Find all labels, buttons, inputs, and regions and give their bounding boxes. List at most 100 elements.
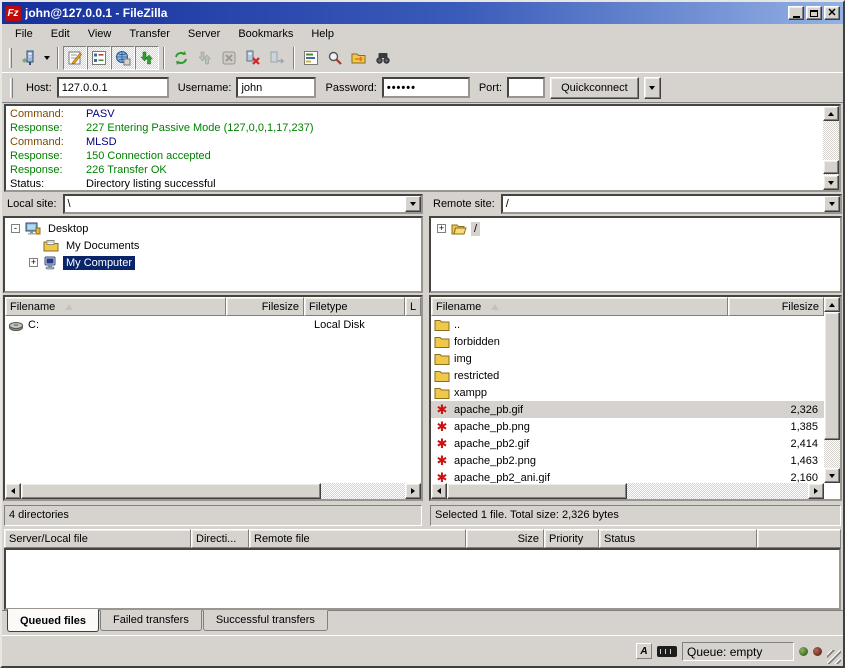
file-row[interactable]: ..	[431, 316, 824, 333]
menu-help[interactable]: Help	[302, 25, 343, 43]
tab-queued-files[interactable]: Queued files	[7, 609, 99, 632]
column-header-filetype[interactable]: Filetype	[304, 297, 405, 316]
column-header-size[interactable]: Size	[466, 529, 544, 548]
title-bar[interactable]: Fz john@127.0.0.1 - FileZilla ✕	[2, 2, 843, 24]
column-header-filename[interactable]: Filename	[431, 297, 728, 316]
password-input[interactable]	[382, 77, 470, 98]
quickconnect-grip[interactable]	[10, 78, 13, 98]
scrollbar-thumb[interactable]	[21, 483, 321, 499]
folder-icon	[434, 334, 450, 350]
file-row[interactable]: ✱apache_pb2_ani.gif 2,160	[431, 469, 824, 483]
column-header-server-local-file[interactable]: Server/Local file	[4, 529, 191, 548]
combo-dropdown-button[interactable]	[824, 196, 840, 212]
synchronized-browsing-button[interactable]	[347, 46, 371, 70]
username-input[interactable]	[236, 77, 316, 98]
expand-icon[interactable]: +	[437, 224, 446, 233]
remote-site-combobox[interactable]: /	[501, 194, 842, 214]
remote-directory-tree[interactable]: + /	[429, 216, 842, 293]
column-header-filesize[interactable]: Filesize	[226, 297, 304, 316]
tree-item-root[interactable]: + /	[431, 220, 840, 237]
column-header-remote-file[interactable]: Remote file	[249, 529, 466, 548]
resize-grip[interactable]	[827, 650, 841, 664]
tree-item-my-computer[interactable]: + My Computer	[5, 254, 421, 271]
menu-server[interactable]: Server	[179, 25, 229, 43]
file-row[interactable]: forbidden	[431, 333, 824, 350]
scrollbar-thumb[interactable]	[823, 160, 839, 174]
combo-dropdown-button[interactable]	[405, 196, 421, 212]
file-row-selected[interactable]: ✱apache_pb.gif 2,326	[431, 401, 824, 418]
process-queue-button[interactable]	[193, 46, 217, 70]
file-row[interactable]: restricted	[431, 367, 824, 384]
column-header-status[interactable]: Status	[599, 529, 757, 548]
close-button[interactable]: ✕	[824, 6, 840, 20]
column-header-direction[interactable]: Directi...	[191, 529, 249, 548]
scroll-right-button[interactable]	[808, 483, 824, 499]
toggle-local-treeview-button[interactable]	[87, 46, 111, 70]
scroll-right-button[interactable]	[405, 483, 421, 499]
column-header-filesize[interactable]: Filesize	[728, 297, 824, 316]
log-vertical-scrollbar[interactable]	[823, 106, 839, 190]
tree-item-desktop[interactable]: - Desktop	[5, 220, 421, 237]
port-input[interactable]	[507, 77, 545, 98]
directory-comparison-button[interactable]	[323, 46, 347, 70]
menu-transfer[interactable]: Transfer	[120, 25, 179, 43]
message-log[interactable]: Command:PASV Response:227 Entering Passi…	[4, 104, 841, 192]
site-manager-button[interactable]	[16, 46, 40, 70]
file-row[interactable]: ✱apache_pb.png 1,385	[431, 418, 824, 435]
menu-file[interactable]: File	[6, 25, 42, 43]
scroll-left-button[interactable]	[431, 483, 447, 499]
tab-failed-transfers[interactable]: Failed transfers	[100, 610, 202, 631]
find-files-button[interactable]	[371, 46, 395, 70]
scroll-down-button[interactable]	[823, 175, 839, 190]
remote-vertical-scrollbar[interactable]	[824, 297, 840, 483]
local-site-bar: Local site: \	[3, 193, 423, 215]
local-site-combobox[interactable]: \	[63, 194, 423, 214]
column-header-priority[interactable]: Priority	[544, 529, 599, 548]
scroll-left-button[interactable]	[5, 483, 21, 499]
host-input[interactable]	[57, 77, 169, 98]
disconnect-button[interactable]	[241, 46, 265, 70]
file-row[interactable]: ✱apache_pb2.gif 2,414	[431, 435, 824, 452]
expand-icon[interactable]: +	[29, 258, 38, 267]
toggle-message-log-button[interactable]	[63, 46, 87, 70]
scroll-down-button[interactable]	[824, 468, 840, 483]
refresh-button[interactable]	[169, 46, 193, 70]
tab-successful-transfers[interactable]: Successful transfers	[203, 610, 328, 631]
speed-limit-icon[interactable]	[657, 646, 677, 657]
file-row[interactable]: ✱apache_pb2.png 1,463	[431, 452, 824, 469]
menu-view[interactable]: View	[79, 25, 121, 43]
toolbar-grip[interactable]	[9, 48, 12, 68]
file-row-c-drive[interactable]: C: Local Disk	[5, 316, 421, 333]
quickconnect-button[interactable]: Quickconnect	[550, 77, 639, 99]
minimize-button[interactable]	[788, 6, 804, 20]
remote-horizontal-scrollbar[interactable]	[431, 483, 824, 499]
remote-list-body[interactable]: .. forbidden img restricted	[431, 316, 840, 483]
maximize-button[interactable]	[806, 6, 822, 20]
site-manager-dropdown[interactable]	[40, 47, 53, 69]
file-row[interactable]: xampp	[431, 384, 824, 401]
menu-edit[interactable]: Edit	[42, 25, 79, 43]
directory-listing-filters-button[interactable]	[299, 46, 323, 70]
local-directory-tree[interactable]: - Desktop My Documents + My Computer	[3, 216, 423, 293]
scrollbar-thumb[interactable]	[824, 312, 840, 440]
collapse-icon[interactable]: -	[11, 224, 20, 233]
tree-item-my-documents[interactable]: My Documents	[5, 237, 421, 254]
queue-list-body[interactable]	[4, 548, 841, 610]
toggle-transfer-queue-button[interactable]	[135, 46, 159, 70]
local-list-body[interactable]: C: Local Disk	[5, 316, 421, 483]
scroll-up-button[interactable]	[823, 106, 839, 121]
local-horizontal-scrollbar[interactable]	[5, 483, 421, 499]
receive-indicator-led	[813, 647, 822, 656]
process-queue-icon	[197, 50, 213, 66]
cancel-button[interactable]	[217, 46, 241, 70]
file-row[interactable]: img	[431, 350, 824, 367]
column-header-filename[interactable]: Filename	[5, 297, 226, 316]
quickconnect-dropdown[interactable]	[644, 77, 661, 99]
reconnect-button[interactable]	[265, 46, 289, 70]
ascii-data-type-icon[interactable]: A	[636, 643, 652, 659]
menu-bookmarks[interactable]: Bookmarks	[229, 25, 302, 43]
scroll-up-button[interactable]	[824, 297, 840, 312]
scrollbar-thumb[interactable]	[447, 483, 627, 499]
toggle-remote-treeview-button[interactable]	[111, 46, 135, 70]
column-header-last-modified[interactable]: L	[405, 297, 421, 316]
